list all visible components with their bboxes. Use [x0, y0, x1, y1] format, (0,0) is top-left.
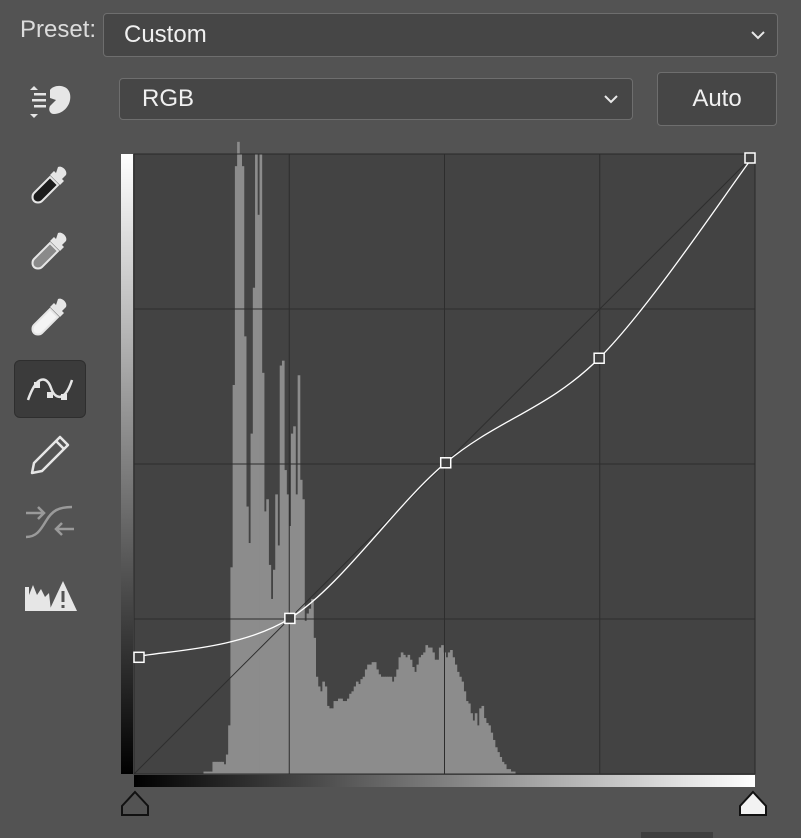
output-gradient-bar	[121, 154, 133, 774]
input-gradient-bar	[134, 775, 755, 787]
curves-graph-area[interactable]	[0, 0, 801, 838]
curve-control-point[interactable]	[744, 152, 756, 164]
curve-control-point[interactable]	[593, 352, 605, 364]
panel-bottom-tab	[641, 832, 713, 838]
curve-control-point[interactable]	[439, 457, 452, 469]
black-input-slider[interactable]	[121, 790, 149, 816]
curve-control-point[interactable]	[284, 612, 296, 625]
white-input-slider[interactable]	[739, 790, 767, 816]
curve-control-point[interactable]	[133, 651, 145, 664]
